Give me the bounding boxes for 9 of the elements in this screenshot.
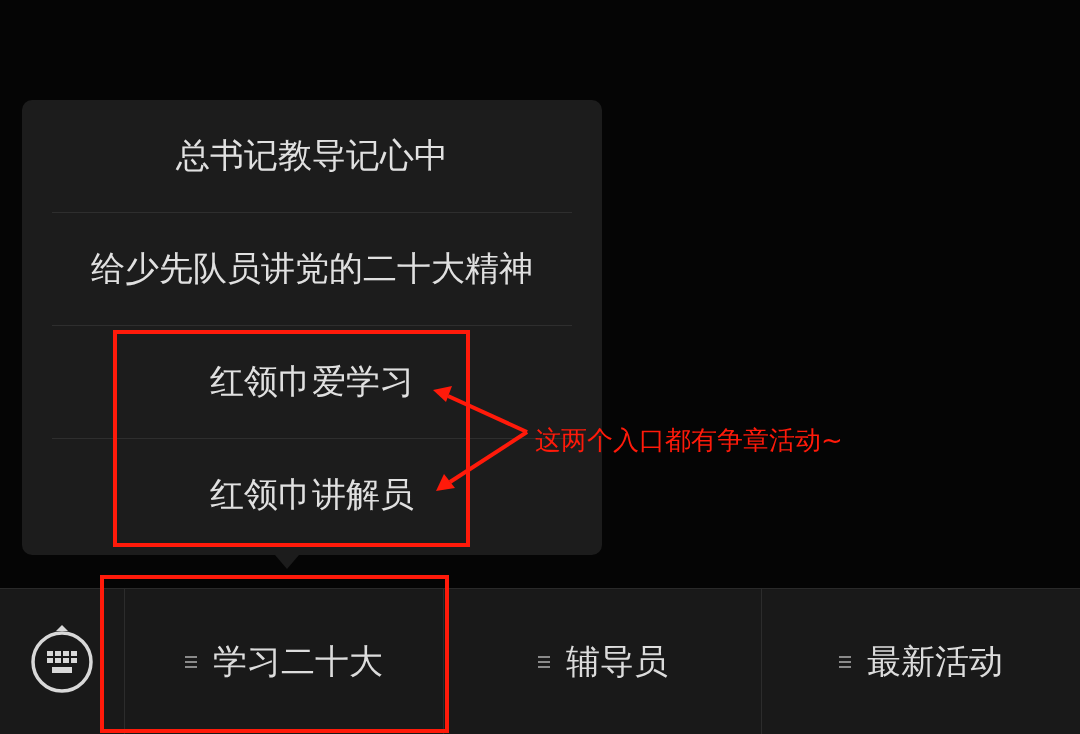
- submenu-item[interactable]: 总书记教导记心中: [52, 100, 572, 212]
- keyboard-icon: [30, 622, 94, 695]
- menu-tab[interactable]: 学习二十大: [125, 589, 444, 734]
- menu-icon: [184, 654, 197, 669]
- menu-icon: [537, 654, 550, 669]
- menu-tab[interactable]: 最新活动: [762, 589, 1080, 734]
- submenu-item[interactable]: 给少先队员讲党的二十大精神: [52, 212, 572, 325]
- menu-icon: [839, 654, 852, 669]
- menu-tab[interactable]: 辅导员: [443, 589, 763, 734]
